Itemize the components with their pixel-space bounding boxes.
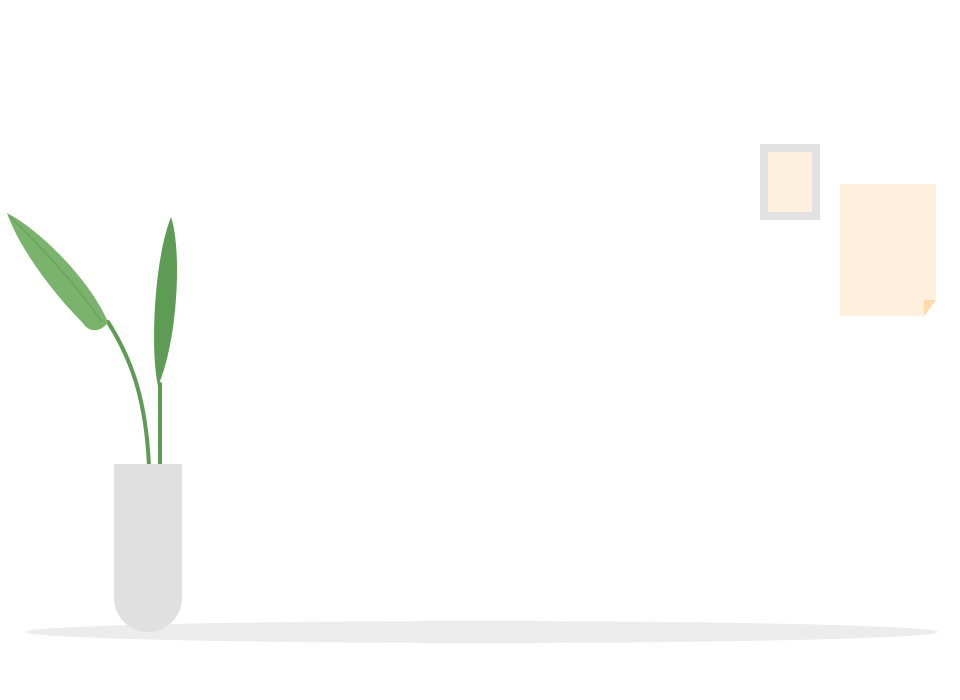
plant-leaf-right	[154, 217, 178, 386]
illustration	[7, 144, 938, 643]
plant-vase	[114, 464, 182, 632]
frame-picture	[768, 152, 812, 212]
note-folded-corner	[924, 300, 936, 316]
empty-state-scene	[0, 0, 960, 700]
wall-picture-frame	[760, 144, 820, 220]
note-paper	[840, 184, 936, 316]
plant-leaf-left	[7, 213, 108, 331]
plant-stem-left	[106, 320, 151, 468]
potted-plant	[7, 213, 182, 632]
wall-note	[840, 184, 936, 316]
